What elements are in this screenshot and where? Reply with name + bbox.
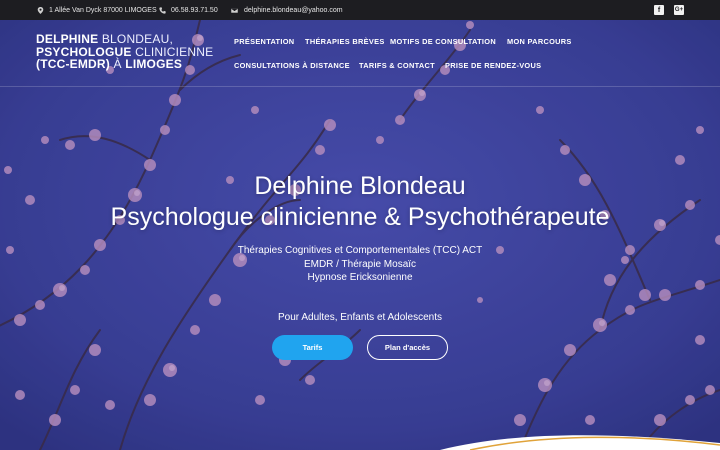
therapy-line-3: Hypnose Ericksonienne bbox=[307, 272, 413, 283]
location-pin-icon bbox=[37, 6, 44, 14]
therapy-line-2: EMDR / Thérapie Mosaïc bbox=[303, 258, 417, 270]
google-plus-glyph: G+ bbox=[674, 7, 684, 13]
nav-item-tarifs-contact[interactable]: TARIFS & CONTACT bbox=[359, 61, 435, 70]
phone-text[interactable]: 06.58.93.71.50 bbox=[171, 7, 218, 14]
google-plus-icon[interactable]: G+ bbox=[674, 5, 684, 15]
email-info[interactable]: delphine.blondeau@yahoo.com bbox=[230, 0, 343, 20]
site-title-line-3: (TCC-EMDR) À LIMOGES bbox=[36, 58, 213, 71]
hero-therapies: Thérapies Cognitives et Comportementales… bbox=[0, 244, 720, 285]
hero-title: Delphine Blondeau Psychologue clinicienn… bbox=[0, 171, 720, 233]
site-title-preposition: À bbox=[113, 57, 122, 71]
phone-icon bbox=[159, 6, 166, 14]
facebook-glyph: f bbox=[657, 6, 661, 14]
site-title-methods: (TCC-EMDR) bbox=[36, 57, 110, 71]
hero-audience: Pour Adultes, Enfants et Adolescents bbox=[278, 312, 442, 323]
facebook-icon[interactable]: f bbox=[654, 5, 664, 15]
section-divider-curve bbox=[440, 435, 720, 450]
nav-item-motifs[interactable]: MOTIFS DE CONSULTATION bbox=[390, 37, 496, 46]
address-info: 1 Allée Van Dyck 87000 LIMOGES bbox=[37, 0, 157, 20]
site-title[interactable]: DELPHINE BLONDEAU, PSYCHOLOGUE CLINICIEN… bbox=[36, 33, 213, 71]
site-title-city: LIMOGES bbox=[125, 57, 183, 71]
top-info-bar: 1 Allée Van Dyck 87000 LIMOGES 06.58.93.… bbox=[0, 0, 720, 20]
header-divider bbox=[0, 86, 720, 87]
address-text: 1 Allée Van Dyck 87000 LIMOGES bbox=[49, 6, 157, 14]
hero-profession: Psychologue clinicienne & Psychothérapeu… bbox=[110, 203, 610, 231]
envelope-icon bbox=[230, 7, 239, 13]
nav-item-parcours[interactable]: MON PARCOURS bbox=[507, 37, 572, 46]
hero-name: Delphine Blondeau bbox=[254, 172, 466, 200]
nav-item-presentation[interactable]: PRÉSENTATION bbox=[234, 37, 294, 46]
nav-item-therapies[interactable]: THÉRAPIES BRÈVES bbox=[305, 37, 385, 46]
email-text[interactable]: delphine.blondeau@yahoo.com bbox=[244, 7, 343, 14]
tarifs-button[interactable]: Tarifs bbox=[272, 335, 353, 360]
phone-info[interactable]: 06.58.93.71.50 bbox=[159, 0, 218, 20]
plan-acces-button[interactable]: Plan d'accès bbox=[367, 335, 448, 360]
nav-item-rendez-vous[interactable]: PRISE DE RENDEZ-VOUS bbox=[445, 61, 541, 70]
nav-item-distance[interactable]: CONSULTATIONS À DISTANCE bbox=[234, 61, 350, 70]
therapy-line-1: Thérapies Cognitives et Comportementales… bbox=[237, 245, 483, 256]
